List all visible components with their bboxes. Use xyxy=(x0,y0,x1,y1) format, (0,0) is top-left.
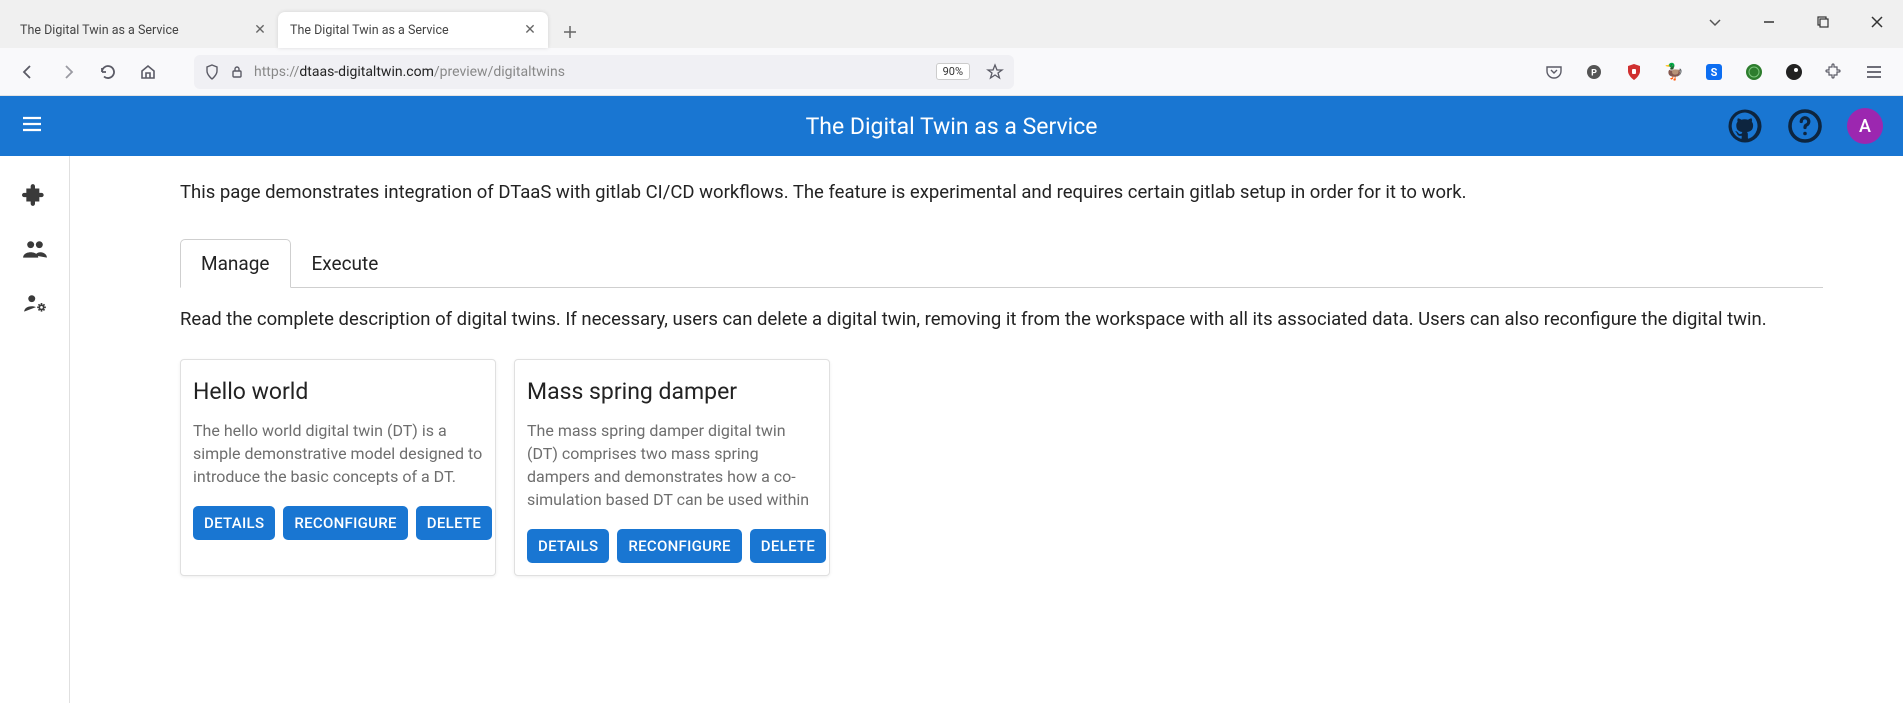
settings-users-icon[interactable] xyxy=(22,290,48,316)
user-avatar[interactable]: A xyxy=(1847,108,1883,144)
browser-tab[interactable]: The Digital Twin as a Service ✕ xyxy=(8,12,278,48)
delete-button[interactable]: DELETE xyxy=(750,529,826,563)
app-menu-icon[interactable] xyxy=(1865,63,1883,81)
browser-tab-strip: The Digital Twin as a Service ✕ The Digi… xyxy=(0,0,1903,48)
maximize-window-icon[interactable] xyxy=(1805,8,1841,36)
users-icon[interactable] xyxy=(22,236,48,262)
card-description: The mass spring damper digital twin (DT)… xyxy=(527,419,817,512)
address-bar[interactable]: https://dtaas-digitaltwin.com/preview/di… xyxy=(194,55,1014,89)
zoom-level[interactable]: 90% xyxy=(936,63,970,80)
new-tab-button[interactable] xyxy=(554,16,586,48)
svg-text:S: S xyxy=(1711,66,1718,79)
chevron-down-icon[interactable] xyxy=(1697,8,1733,36)
intro-text: This page demonstrates integration of DT… xyxy=(180,180,1823,206)
avatar-letter: A xyxy=(1859,116,1871,137)
card-description: The hello world digital twin (DT) is a s… xyxy=(193,419,483,489)
privacy-badger-icon[interactable]: P xyxy=(1585,63,1603,81)
browser-tab[interactable]: The Digital Twin as a Service ✕ xyxy=(278,12,548,48)
content-tabs: Manage Execute xyxy=(180,238,1823,288)
manage-description: Read the complete description of digital… xyxy=(180,288,1823,333)
extensions-puzzle-icon[interactable] xyxy=(1825,63,1843,81)
header-actions: A xyxy=(1727,108,1883,144)
card-title: Mass spring damper xyxy=(527,378,817,405)
window-controls xyxy=(1697,8,1895,36)
close-tab-icon[interactable]: ✕ xyxy=(252,22,268,38)
reconfigure-button[interactable]: RECONFIGURE xyxy=(617,529,741,563)
back-button[interactable] xyxy=(12,56,44,88)
card-actions: DETAILS RECONFIGURE DELETE xyxy=(193,506,483,540)
reload-button[interactable] xyxy=(92,56,124,88)
pocket-icon[interactable] xyxy=(1545,63,1563,81)
delete-button[interactable]: DELETE xyxy=(416,506,492,540)
puzzle-icon[interactable] xyxy=(22,182,48,208)
reconfigure-button[interactable]: RECONFIGURE xyxy=(283,506,407,540)
ublock-icon[interactable] xyxy=(1625,63,1643,81)
browser-tab-title: The Digital Twin as a Service xyxy=(290,23,449,38)
bookmark-star-icon[interactable] xyxy=(986,63,1004,81)
lock-icon[interactable] xyxy=(230,65,244,79)
url-text: https://dtaas-digitaltwin.com/preview/di… xyxy=(254,64,926,80)
details-button[interactable]: DETAILS xyxy=(527,529,609,563)
close-window-icon[interactable] xyxy=(1859,8,1895,36)
menu-hamburger-icon[interactable] xyxy=(20,112,48,140)
app-body: This page demonstrates integration of DT… xyxy=(0,156,1903,703)
skype-icon[interactable]: S xyxy=(1705,63,1723,81)
tab-manage[interactable]: Manage xyxy=(180,239,291,288)
cards-row: Hello world The hello world digital twin… xyxy=(180,359,1823,577)
github-icon[interactable] xyxy=(1727,108,1763,144)
tab-execute[interactable]: Execute xyxy=(291,239,400,288)
details-button[interactable]: DETAILS xyxy=(193,506,275,540)
browser-tab-title: The Digital Twin as a Service xyxy=(20,23,179,38)
extension-icon[interactable] xyxy=(1785,63,1803,81)
digital-twin-card: Hello world The hello world digital twin… xyxy=(180,359,496,577)
toolbar-extensions: P 🦆 S xyxy=(1545,63,1891,81)
app-title: The Digital Twin as a Service xyxy=(806,113,1098,140)
nav-sidebar xyxy=(0,156,70,703)
home-button[interactable] xyxy=(132,56,164,88)
help-icon[interactable] xyxy=(1787,108,1823,144)
forward-button[interactable] xyxy=(52,56,84,88)
main-content: This page demonstrates integration of DT… xyxy=(70,156,1903,703)
close-tab-icon[interactable]: ✕ xyxy=(522,22,538,38)
digital-twin-card: Mass spring damper The mass spring dampe… xyxy=(514,359,830,577)
svg-text:P: P xyxy=(1591,68,1597,78)
extension-icon[interactable]: 🦆 xyxy=(1665,63,1683,81)
shield-icon[interactable] xyxy=(204,64,220,80)
extension-icon[interactable] xyxy=(1745,63,1763,81)
card-actions: DETAILS RECONFIGURE DELETE xyxy=(527,529,817,563)
minimize-window-icon[interactable] xyxy=(1751,8,1787,36)
card-title: Hello world xyxy=(193,378,483,405)
app-header: The Digital Twin as a Service A xyxy=(0,96,1903,156)
browser-toolbar: https://dtaas-digitaltwin.com/preview/di… xyxy=(0,48,1903,96)
